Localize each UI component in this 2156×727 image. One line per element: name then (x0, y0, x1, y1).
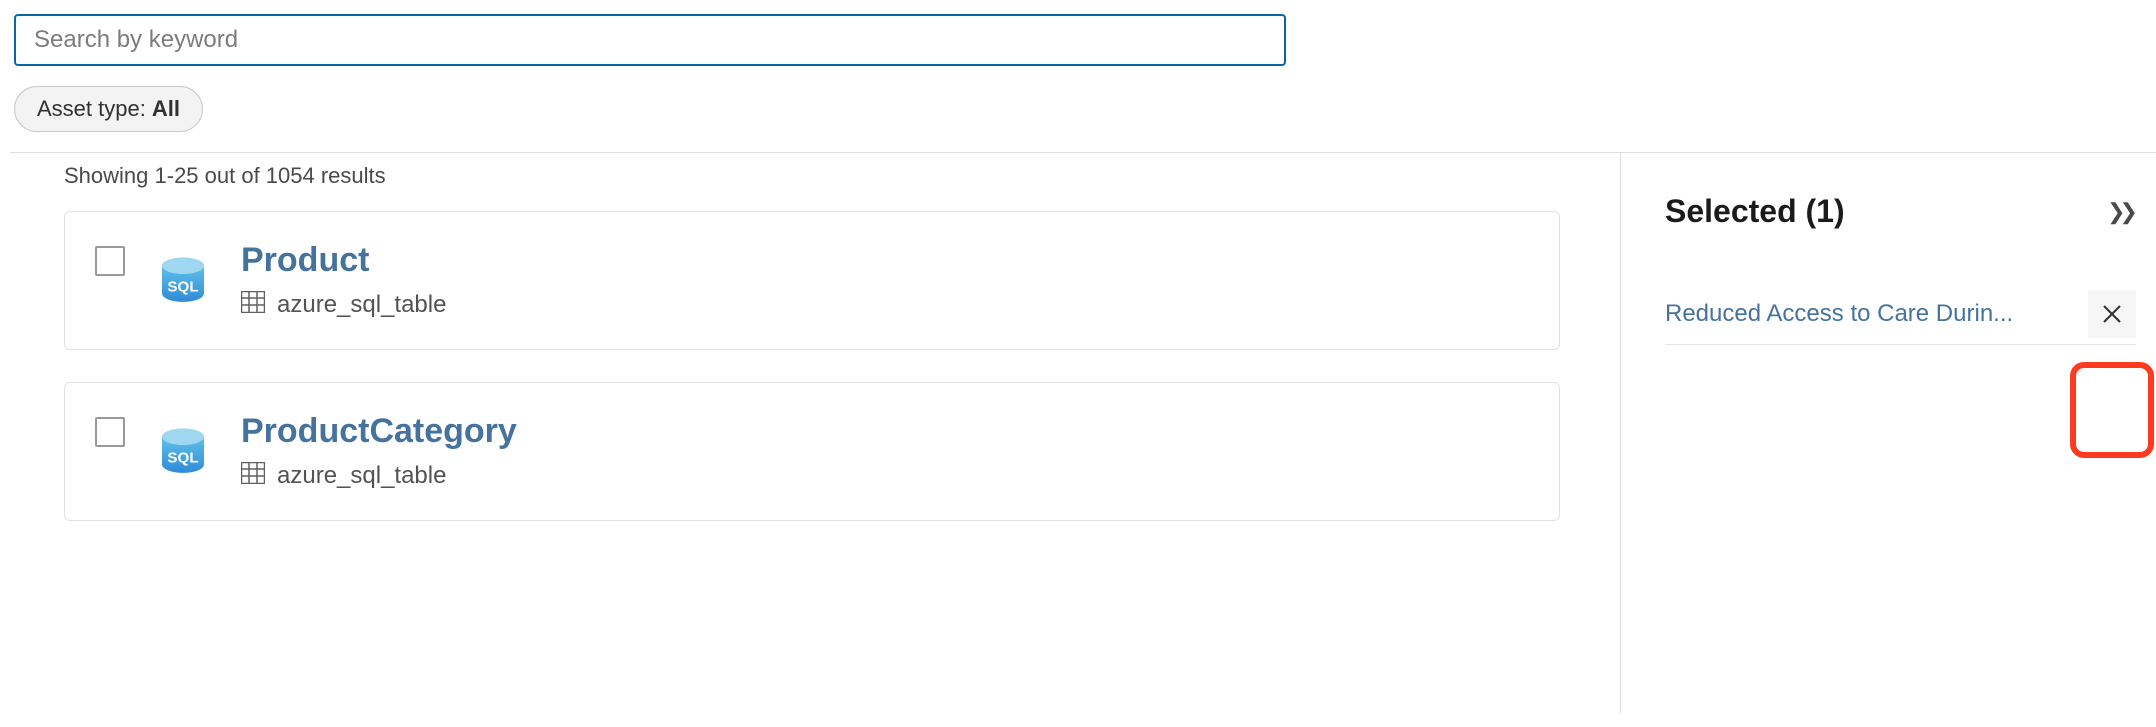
table-icon (241, 291, 265, 318)
selected-item-link[interactable]: Reduced Access to Care Durin... (1665, 300, 2078, 328)
result-type: azure_sql_table (277, 462, 446, 490)
search-input[interactable] (14, 14, 1286, 66)
result-card: SQL ProductCategory azure_s (64, 382, 1560, 521)
svg-text:SQL: SQL (167, 449, 198, 466)
results-count: Showing 1-25 out of 1054 results (64, 163, 1620, 189)
result-title[interactable]: Product (241, 240, 446, 281)
chip-label: Asset type: (37, 96, 146, 122)
chip-value: All (152, 96, 180, 122)
result-card: SQL Product azure_sql_table (64, 211, 1560, 350)
sql-db-icon: SQL (155, 254, 211, 310)
remove-selected-button[interactable] (2088, 290, 2136, 338)
select-checkbox[interactable] (95, 246, 125, 276)
select-checkbox[interactable] (95, 417, 125, 447)
result-type: azure_sql_table (277, 291, 446, 319)
sql-db-icon: SQL (155, 425, 211, 481)
asset-type-filter-chip[interactable]: Asset type: All (14, 86, 203, 132)
selected-panel-title: Selected (1) (1665, 193, 1845, 230)
collapse-panel-icon[interactable]: ❯❯ (2103, 195, 2136, 229)
result-title[interactable]: ProductCategory (241, 411, 517, 452)
table-icon (241, 462, 265, 489)
selected-item: Reduced Access to Care Durin... (1665, 290, 2136, 345)
svg-text:SQL: SQL (167, 278, 198, 295)
close-icon (2101, 303, 2123, 325)
